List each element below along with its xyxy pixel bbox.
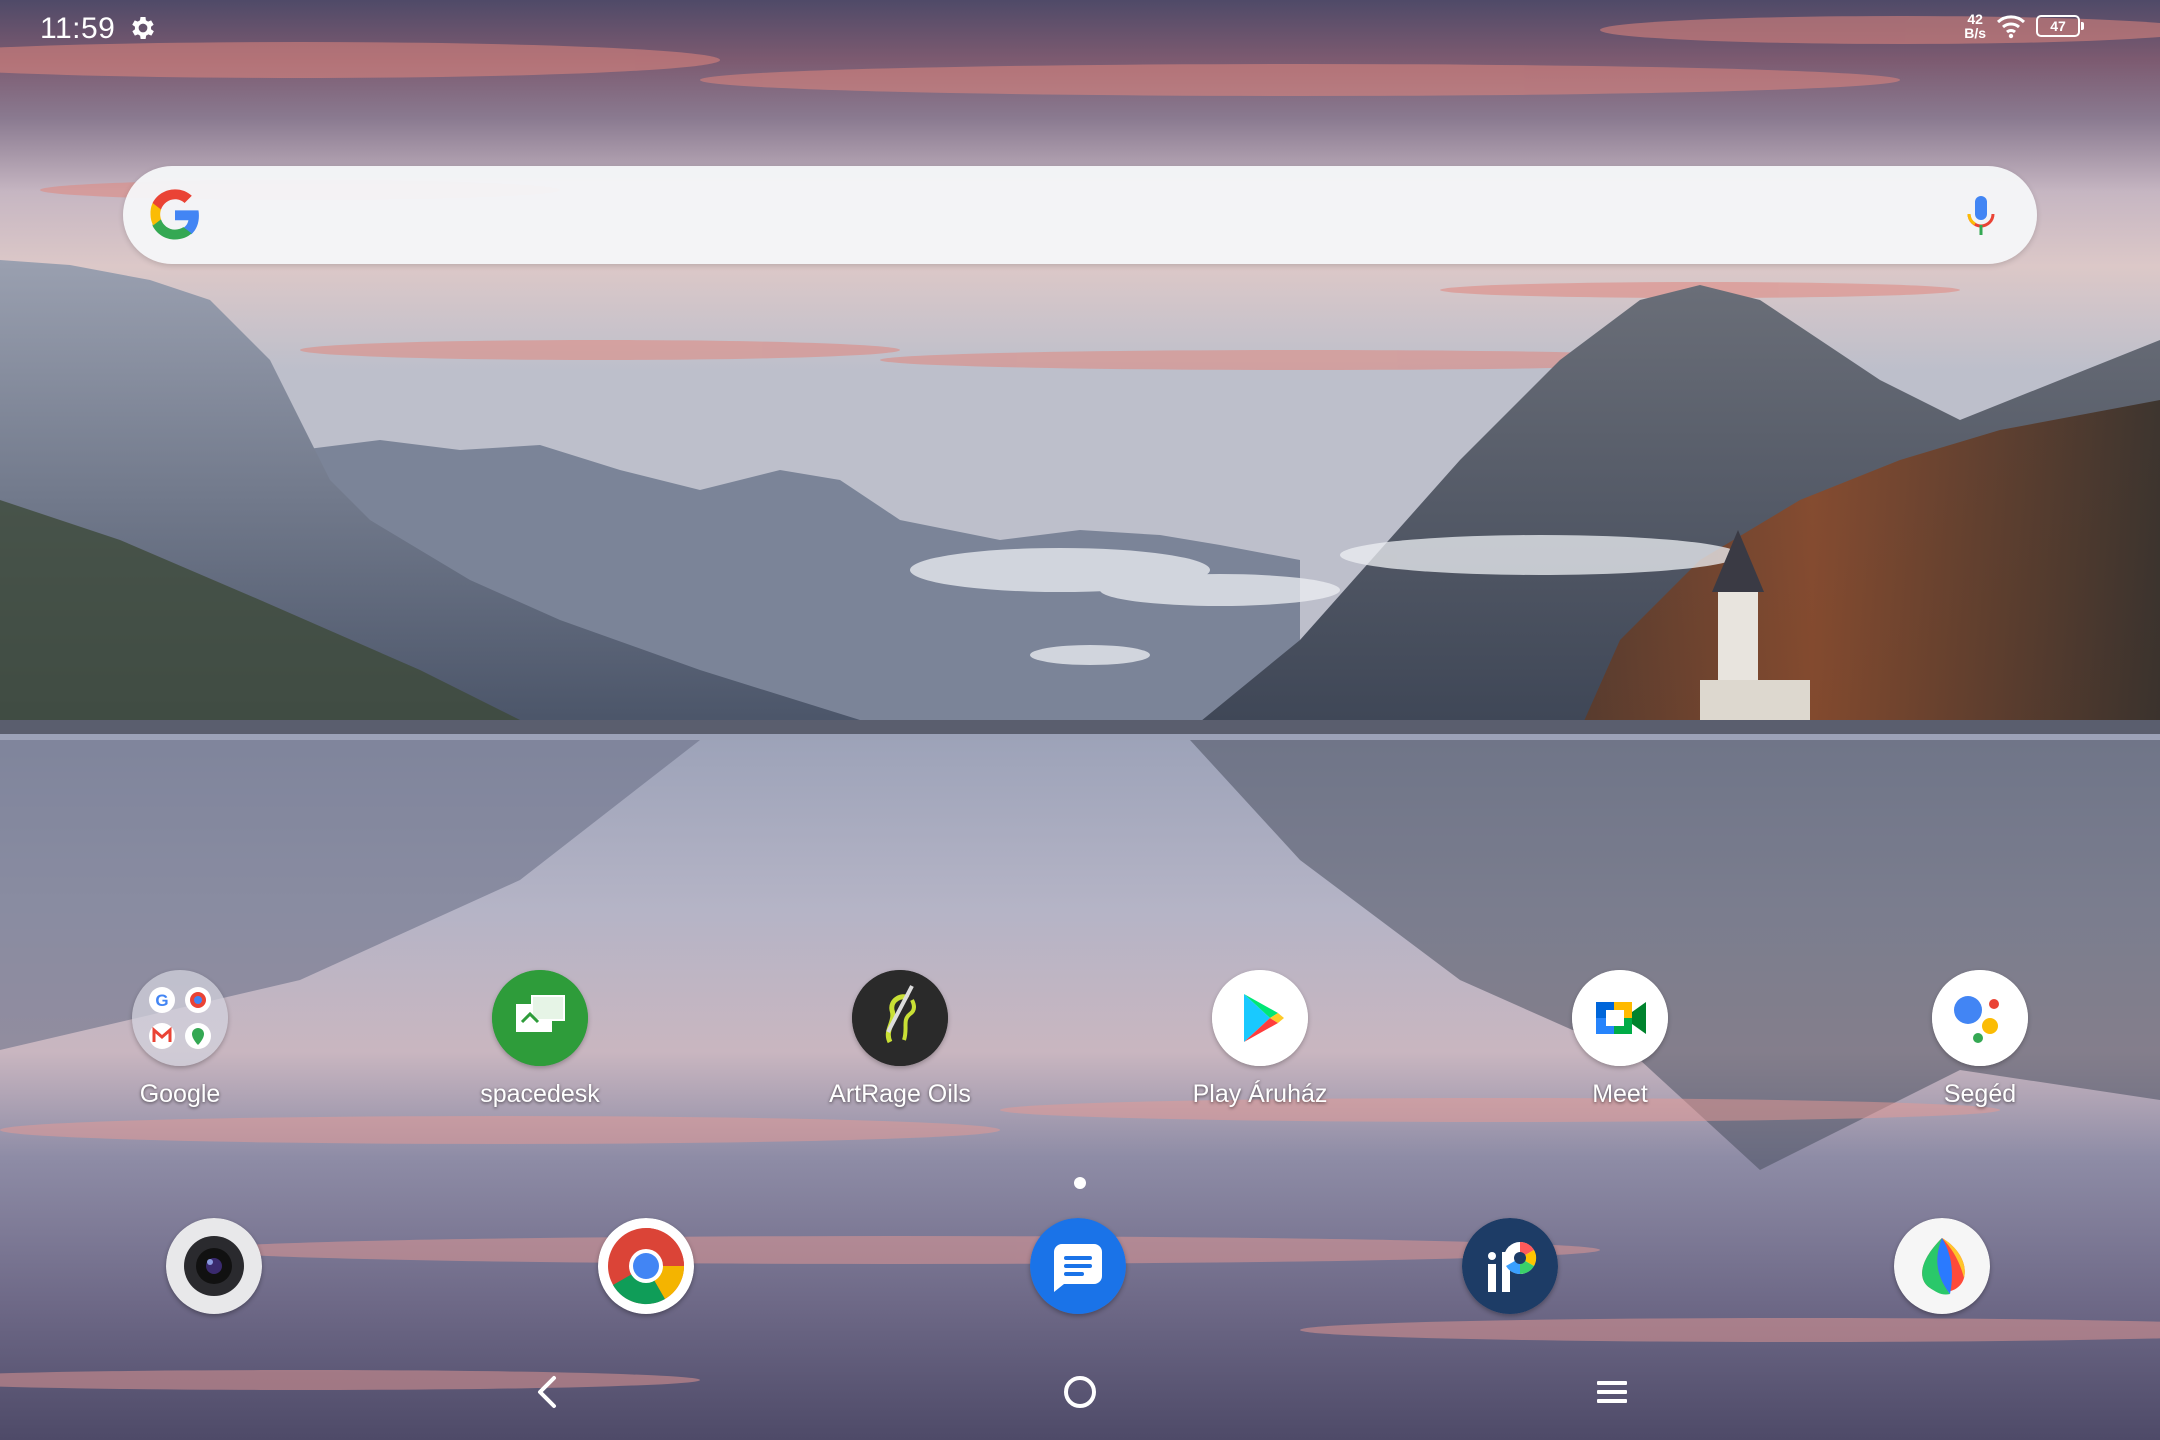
status-icons: 42 B/s 47 (1964, 12, 2084, 40)
app-label: ArtRage Oils (829, 1080, 971, 1108)
app-label: Segéd (1943, 1080, 2017, 1108)
app-google-folder[interactable]: G Google (60, 970, 300, 1109)
back-button[interactable] (524, 1368, 572, 1416)
google-folder-icon: G (132, 970, 228, 1066)
chrome-icon[interactable] (598, 1218, 694, 1314)
app-spacedesk[interactable]: spacedesk (420, 970, 660, 1109)
spacedesk-icon (492, 970, 588, 1066)
microphone-icon[interactable] (1965, 192, 1997, 240)
app-artrage-oils[interactable]: ArtRage Oils (780, 970, 1020, 1109)
home-screen: 11:59 42 B/s 47 G Google spacedesk ArtRa… (0, 0, 2160, 1440)
app-play-store[interactable]: Play Áruház (1140, 970, 1380, 1109)
battery-level: 47 (2050, 18, 2066, 34)
battery-icon: 47 (2036, 15, 2084, 37)
app-label: Meet (1592, 1080, 1648, 1108)
page-indicator (1074, 1177, 1086, 1189)
recents-icon (1597, 1381, 1627, 1403)
meet-icon (1572, 970, 1668, 1066)
clock: 11:59 (40, 12, 116, 45)
home-button[interactable] (1056, 1368, 1104, 1416)
app-label: Google (139, 1080, 221, 1108)
status-bar: 11:59 42 B/s 47 (0, 0, 2160, 60)
camera-icon[interactable] (166, 1218, 262, 1314)
app-label: spacedesk (480, 1080, 600, 1108)
app-label: Play Áruház (1192, 1080, 1328, 1108)
svg-text:G: G (155, 991, 168, 1010)
net-speed-unit: B/s (1964, 25, 1986, 41)
play-store-icon (1212, 970, 1308, 1066)
google-search-bar[interactable] (123, 166, 2037, 264)
net-speed-value: 42 (1967, 11, 1983, 27)
network-speed: 42 B/s (1964, 12, 1986, 40)
artrage-icon (852, 970, 948, 1066)
back-icon (538, 1376, 556, 1408)
app-assistant[interactable]: Segéd (1860, 970, 2100, 1109)
app-meet[interactable]: Meet (1500, 970, 1740, 1109)
recents-button[interactable] (1588, 1368, 1636, 1416)
google-g-icon (150, 189, 199, 240)
color-app-icon[interactable] (1894, 1218, 1990, 1314)
wifi-icon (1996, 15, 2026, 39)
gear-icon (132, 17, 154, 39)
home-icon (1064, 1376, 1096, 1408)
messages-icon[interactable] (1030, 1218, 1126, 1314)
assistant-icon (1932, 970, 2028, 1066)
ibis-paint-icon[interactable] (1462, 1218, 1558, 1314)
